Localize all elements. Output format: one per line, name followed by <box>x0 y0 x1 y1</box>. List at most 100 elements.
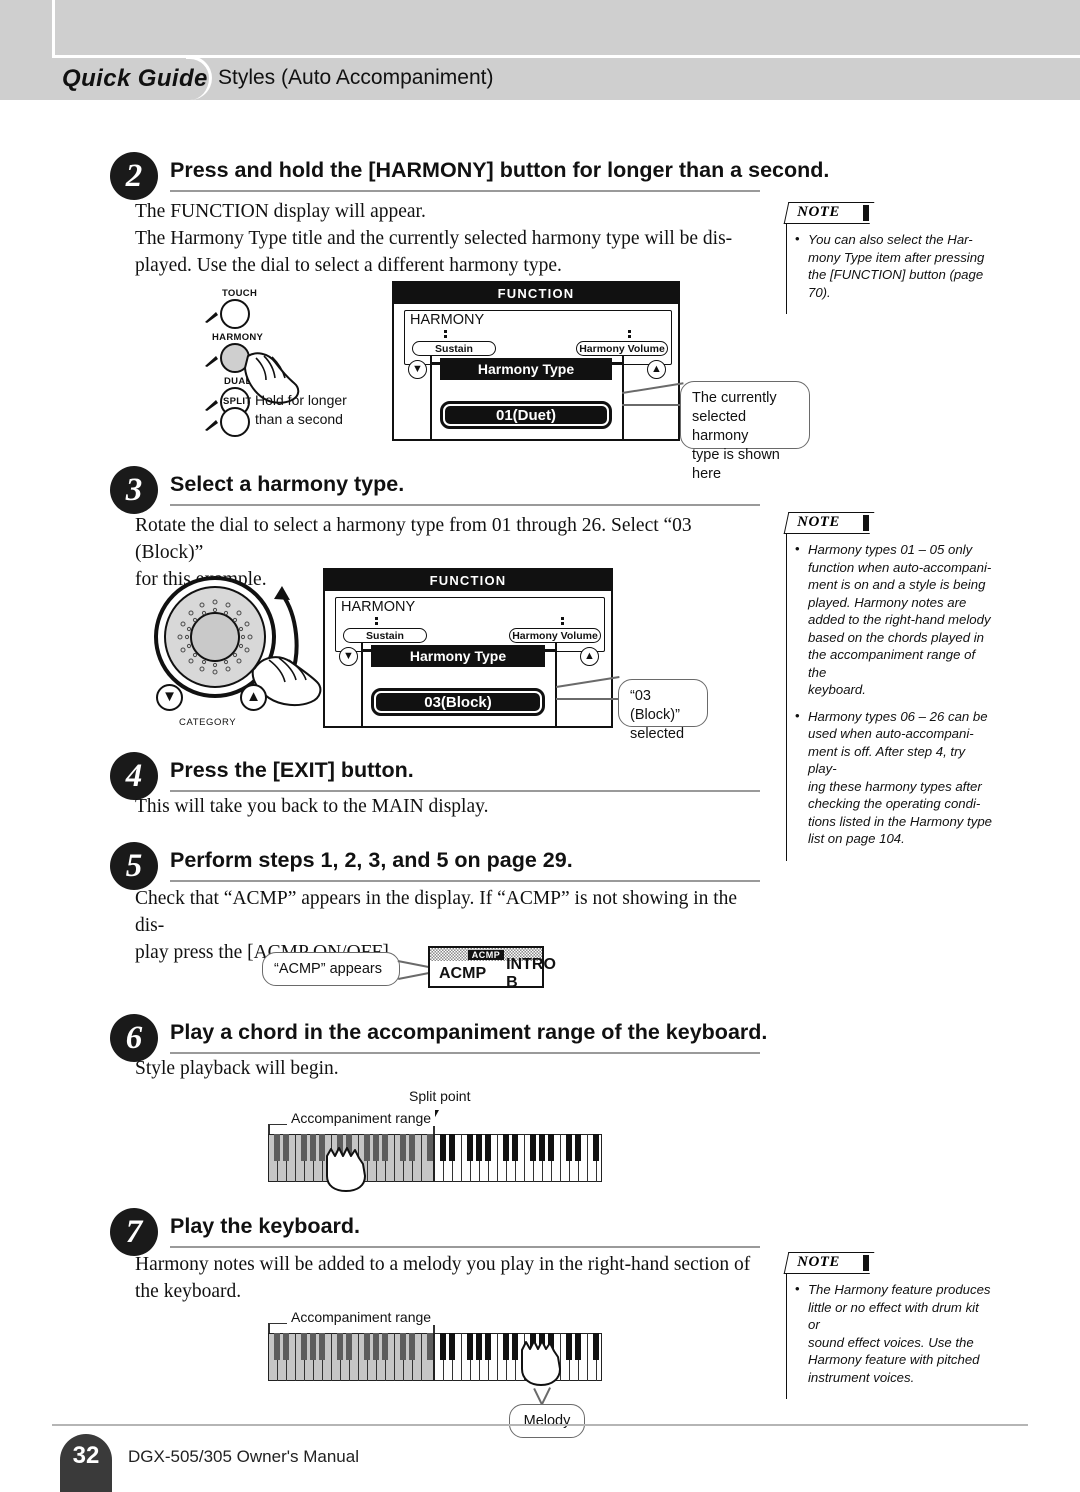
keyboard-figure-step-7: Accompaniment range Melody <box>263 1300 608 1438</box>
acmp-right-label: INTRO B <box>506 955 556 991</box>
acmp-left-label: ACMP <box>439 964 487 982</box>
accompaniment-range-label: Accompaniment range <box>287 1309 436 1325</box>
accompaniment-range-label: Accompaniment range <box>287 1110 436 1126</box>
note-body-1: You can also select the Har- mony Type i… <box>786 224 994 314</box>
note-tab-marker-1 <box>863 205 869 221</box>
dual-led-icon <box>205 400 218 411</box>
step-4-body-line-1: This will take you back to the MAIN disp… <box>135 796 489 817</box>
lcd-item-harmony-type-step-3: Harmony Type <box>371 645 545 667</box>
callout-line-3: type is shown here <box>692 447 780 482</box>
step-2-title: Press and hold the [HARMONY] button for … <box>170 158 830 182</box>
chord-hand-icon <box>326 1147 366 1192</box>
lcd-chip-sustain-step-2: Sustain <box>412 341 496 356</box>
category-up-button[interactable]: ▲ <box>240 684 267 711</box>
step-5-body-line-1: Check that “ACMP” appears in the display… <box>135 888 738 936</box>
note-label-3: NOTE <box>797 1254 840 1270</box>
step-5-rule <box>170 880 760 882</box>
note-box-2: NOTE Harmony types 01 – 05 only function… <box>783 512 994 861</box>
step-5-number: 5 <box>110 842 158 890</box>
note-label-tab-3: NOTE <box>783 1252 875 1274</box>
footer-rule <box>52 1424 1028 1426</box>
lcd-down-arrow-icon-step-2: ▼ <box>408 360 427 379</box>
callout-line-2: selected <box>630 726 685 742</box>
manual-page: Quick Guide Styles (Auto Accompaniment) … <box>0 0 1080 1492</box>
footer-manual-title: DGX-505/305 Owner's Manual <box>128 1447 359 1466</box>
note-box-1: NOTE You can also select the Har- mony T… <box>783 202 994 314</box>
quick-guide-label: Quick Guide <box>62 65 208 92</box>
note-label-2: NOTE <box>797 514 840 530</box>
note-item: The Harmony feature produces little or n… <box>795 1280 994 1386</box>
callout-line-2: selected harmony <box>692 409 749 444</box>
page-number-badge: 32 <box>60 1434 112 1492</box>
lcd-value-step-2: 01(Duet) <box>440 401 612 429</box>
note-label-tab-1: NOTE <box>783 202 875 224</box>
step-2-body: The FUNCTION display will appear. The Ha… <box>135 198 755 279</box>
harmony-button-label: HARMONY <box>212 332 264 343</box>
step-5-title: Perform steps 1, 2, 3, and 5 on page 29. <box>170 848 573 872</box>
page-number: 32 <box>72 1442 100 1469</box>
touch-button[interactable] <box>220 299 250 329</box>
step-3-title: Select a harmony type. <box>170 472 405 496</box>
note-box-3: NOTE The Harmony feature produces little… <box>783 1252 994 1399</box>
note-tab-marker-2 <box>863 515 869 531</box>
touch-button-label: TOUCH <box>222 288 258 299</box>
step-3-rule <box>170 504 760 506</box>
step-4-body: This will take you back to the MAIN disp… <box>135 793 755 820</box>
note-item: Harmony types 01 – 05 only function when… <box>795 540 994 699</box>
lcd-display-step-2: FUNCTION HARMONY Sustain Harmony Volume … <box>392 281 680 441</box>
step-6-title: Play a chord in the accompaniment range … <box>170 1020 768 1044</box>
callout-acmp-appears: “ACMP” appears <box>262 952 400 986</box>
callout-text: Melody <box>523 1412 571 1429</box>
note-item: You can also select the Har- mony Type i… <box>795 230 994 301</box>
step-2-body-line-3: played. Use the dial to select a differe… <box>135 255 562 276</box>
step-6-rule <box>170 1052 760 1054</box>
note-label-1: NOTE <box>797 204 840 220</box>
acmp-display-row: ACMP INTRO B <box>430 956 556 991</box>
category-down-button[interactable]: ▼ <box>156 684 183 711</box>
harmony-led-icon <box>205 356 218 367</box>
lcd-item-harmony-type-step-2: Harmony Type <box>440 358 612 380</box>
acmp-indicator: ACMP <box>467 949 505 960</box>
step-7-rule <box>170 1246 760 1248</box>
step-3-number: 3 <box>110 466 158 514</box>
note-body-2: Harmony types 01 – 05 only function when… <box>786 534 994 861</box>
callout-melody: Melody <box>509 1404 585 1438</box>
callout-text: “ACMP” appears <box>274 960 382 977</box>
step-2-rule <box>170 190 760 192</box>
lcd-chip-harmony-volume-step-3: Harmony Volume <box>509 628 601 643</box>
dial-figure: ▼ ▲ CATEGORY <box>150 572 340 732</box>
step-2-body-line-1: The FUNCTION display will appear. <box>135 201 426 222</box>
note-body-3: The Harmony feature produces little or n… <box>786 1274 994 1399</box>
step-7-body-line-1: Harmony notes will be added to a melody … <box>135 1254 751 1275</box>
lcd-group-label-step-3: HARMONY <box>341 599 416 615</box>
lcd-up-arrow-icon-step-2: ▲ <box>647 360 666 379</box>
callout-line-1: The currently <box>692 390 777 406</box>
lcd-up-arrow-icon-step-3: ▲ <box>580 647 599 666</box>
step-2-body-line-2: The Harmony Type title and the currently… <box>135 228 733 249</box>
note-tab-marker-3 <box>863 1255 869 1271</box>
acmp-mini-display: ACMP ACMP INTRO B <box>428 946 556 991</box>
step-7-number: 7 <box>110 1208 158 1256</box>
header-section-title: Styles (Auto Accompaniment) <box>218 66 494 89</box>
hold-hint-line-2: than a second <box>255 411 343 427</box>
header-corner-notch <box>52 0 1080 58</box>
lcd-value-step-3: 03(Block) <box>371 688 545 716</box>
callout-03-block-selected: “03 (Block)” selected <box>618 679 708 742</box>
step-4-title: Press the [EXIT] button. <box>170 758 414 782</box>
note-label-tab-2: NOTE <box>783 512 875 534</box>
step-6-body-line-1: Style playback will begin. <box>135 1058 339 1079</box>
lcd-title-step-2: FUNCTION <box>394 283 678 304</box>
lcd-down-arrow-icon-step-3: ▼ <box>339 647 358 666</box>
step-7-title: Play the keyboard. <box>170 1214 360 1238</box>
category-label: CATEGORY <box>179 717 237 728</box>
step-2-number: 2 <box>110 152 158 200</box>
callout-line-1: “03 (Block)” <box>630 688 680 723</box>
split-point-label: Split point <box>409 1088 471 1104</box>
melody-hand-icon <box>521 1340 561 1386</box>
lcd-chip-harmony-volume-step-2: Harmony Volume <box>576 341 668 356</box>
lcd-title-step-3: FUNCTION <box>325 570 611 591</box>
split-button[interactable] <box>220 407 250 437</box>
step-3-body-line-1: Rotate the dial to select a harmony type… <box>135 515 692 563</box>
lcd-display-step-3: FUNCTION HARMONY Sustain Harmony Volume … <box>323 568 613 728</box>
step-6-body: Style playback will begin. <box>135 1055 755 1082</box>
